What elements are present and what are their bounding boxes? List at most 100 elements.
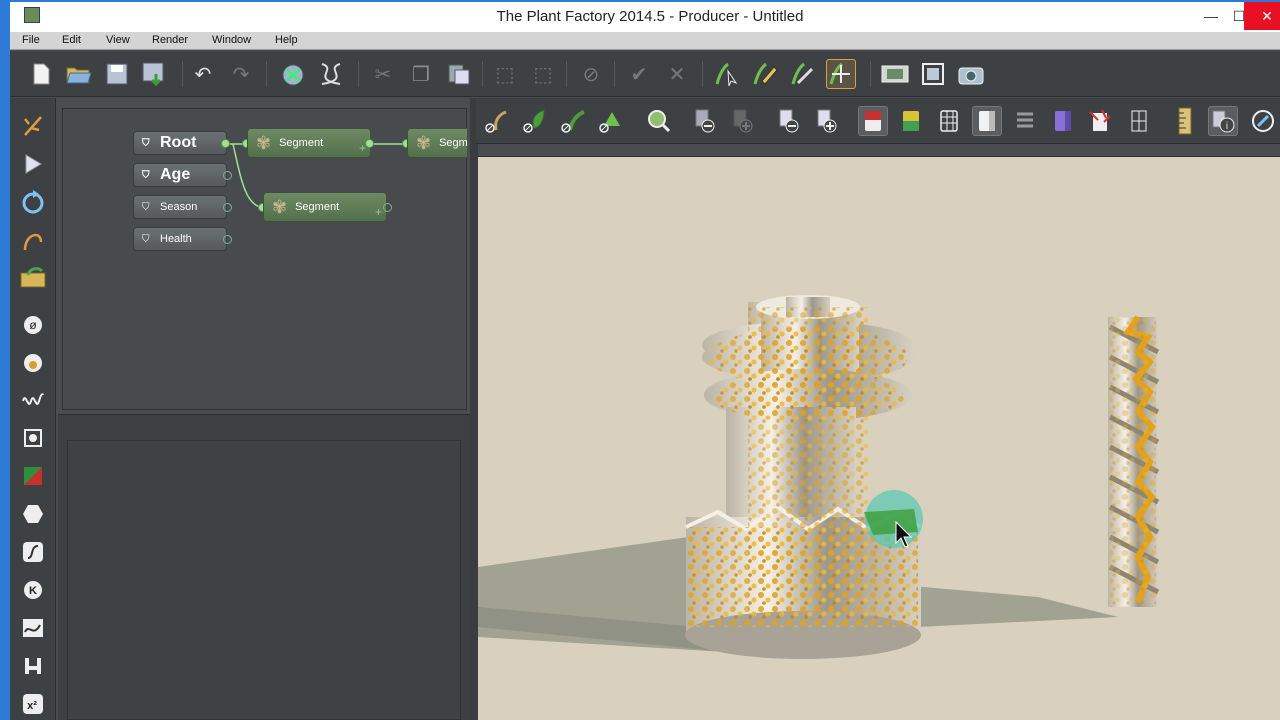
shield-icon: ⛉ — [142, 233, 150, 245]
menu-window[interactable]: Window — [212, 34, 251, 46]
branch-icon: ✾ — [272, 196, 288, 217]
output-port[interactable] — [383, 203, 392, 212]
wireframe-mode-icon[interactable] — [934, 106, 964, 136]
menu-view[interactable]: View — [106, 34, 130, 46]
render-region-icon[interactable] — [880, 59, 910, 89]
hide-foliage-icon[interactable] — [558, 106, 588, 136]
svg-text:ø: ø — [29, 318, 37, 332]
input-node-season[interactable]: ⛉ Season — [133, 195, 227, 219]
title-bar: The Plant Factory 2014.5 - Producer - Un… — [0, 0, 1280, 32]
delete-icon[interactable]: ✕ — [662, 59, 692, 89]
draw-tool-icon[interactable] — [750, 59, 780, 89]
textured-mode-icon[interactable] — [896, 106, 926, 136]
output-port[interactable] — [365, 139, 374, 148]
svg-text:i: i — [1226, 121, 1228, 132]
edit-tool-icon[interactable] — [788, 59, 818, 89]
save-down-icon[interactable] — [140, 59, 170, 89]
viewport-scene — [478, 295, 1160, 659]
validate-icon[interactable]: ✔ — [624, 59, 654, 89]
increase-lod-icon[interactable] — [728, 106, 758, 136]
menu-help[interactable]: Help — [275, 34, 298, 46]
segment-node[interactable]: ✾ Segment + — [247, 128, 371, 158]
layers-mode-icon[interactable] — [1010, 106, 1040, 136]
decrease-lod-icon[interactable] — [690, 106, 720, 136]
copy-icon[interactable]: ❐ — [406, 59, 436, 89]
zoom-tree-icon[interactable] — [644, 106, 674, 136]
graph-node-icon[interactable] — [20, 615, 46, 641]
refresh-icon[interactable] — [20, 189, 46, 215]
spline-node-icon[interactable] — [20, 539, 46, 565]
curve-tool-icon[interactable] — [20, 227, 46, 253]
undo-icon[interactable]: ↶ — [188, 59, 218, 89]
material-node-icon[interactable] — [20, 463, 46, 489]
shaded-mode-icon[interactable] — [858, 106, 888, 136]
window-title: The Plant Factory 2014.5 - Producer - Un… — [496, 8, 804, 25]
render-frame-icon[interactable] — [918, 59, 948, 89]
disable-node-icon[interactable]: ⊘ — [576, 59, 606, 89]
input-node-health[interactable]: ⛉ Health — [133, 227, 227, 251]
output-port[interactable] — [223, 203, 232, 212]
manipulate-tool-icon[interactable] — [826, 59, 856, 89]
group-icon[interactable]: ⬚ — [490, 59, 520, 89]
math-node-icon[interactable] — [20, 653, 46, 679]
constant-node-icon[interactable]: K — [20, 577, 46, 603]
hide-leaves-icon[interactable] — [520, 106, 550, 136]
3d-viewport[interactable] — [478, 156, 1280, 720]
open-folder-icon[interactable] — [64, 59, 94, 89]
select-tool-icon[interactable] — [712, 59, 742, 89]
properties-panel[interactable] — [67, 440, 461, 720]
transform-node-icon[interactable] — [20, 425, 46, 451]
input-node-age[interactable]: ⛉ Age — [133, 163, 227, 187]
menu-bar: File Edit View Render Window Help — [10, 32, 1280, 50]
wave-node-icon[interactable] — [20, 387, 46, 413]
output-port[interactable] — [223, 235, 232, 244]
segment-node[interactable]: ✾ Segm — [407, 128, 467, 158]
bulb-node-icon[interactable] — [20, 350, 46, 376]
ungroup-icon[interactable]: ⬚ — [528, 59, 558, 89]
seed-node-icon[interactable]: ø — [20, 312, 46, 338]
sphere-node-icon[interactable] — [20, 501, 46, 527]
decrease-subdivision-icon[interactable] — [774, 106, 804, 136]
play-icon[interactable] — [20, 151, 46, 177]
output-port[interactable] — [221, 139, 230, 148]
paste-icon[interactable] — [444, 59, 474, 89]
navigation-icon[interactable] — [1248, 106, 1278, 136]
ambient-occlusion-icon[interactable] — [1048, 106, 1078, 136]
input-node-label: Health — [160, 233, 192, 245]
solid-mode-icon[interactable] — [972, 106, 1002, 136]
new-file-icon[interactable] — [26, 59, 56, 89]
increase-subdivision-icon[interactable] — [812, 106, 842, 136]
shield-icon: ⛉ — [142, 201, 150, 213]
output-port[interactable] — [223, 171, 232, 180]
cut-icon[interactable]: ✂ — [368, 59, 398, 89]
redo-icon[interactable]: ↷ — [226, 59, 256, 89]
tool-palette: ø K x² — [10, 98, 56, 720]
save-icon[interactable] — [102, 59, 132, 89]
hide-branches-icon[interactable] — [482, 106, 512, 136]
branch-icon: ✾ — [416, 132, 432, 153]
menu-edit[interactable]: Edit — [62, 34, 81, 46]
branch-tool-icon[interactable] — [20, 112, 46, 138]
ruler-icon[interactable] — [1170, 106, 1200, 136]
plant-folder-icon[interactable] — [20, 264, 46, 290]
input-node-label: Root — [160, 134, 197, 151]
normals-icon[interactable] — [1086, 106, 1116, 136]
dna-icon[interactable] — [316, 59, 346, 89]
hide-fruits-icon[interactable] — [596, 106, 626, 136]
info-icon[interactable]: i — [1208, 106, 1238, 136]
power-node-icon[interactable]: x² — [20, 691, 46, 717]
segment-node[interactable]: ✾ Segment + — [263, 192, 387, 222]
graph-editor[interactable]: ⛉ Root ⛉ Age ⛉ Season ⛉ Health ✾ Segment + ✾ S… — [62, 108, 467, 410]
camera-icon[interactable] — [956, 59, 986, 89]
menu-render[interactable]: Render — [152, 34, 188, 46]
panel-splitter[interactable] — [470, 98, 478, 720]
random-seed-icon[interactable] — [278, 59, 308, 89]
ornament-object — [685, 295, 923, 659]
input-node-root[interactable]: ⛉ Root — [133, 131, 227, 155]
shield-icon: ⛉ — [142, 169, 150, 181]
add-port-icon[interactable]: + — [375, 205, 382, 219]
menu-file[interactable]: File — [22, 34, 40, 46]
skeleton-icon[interactable] — [1124, 106, 1154, 136]
close-button[interactable]: ✕ — [1244, 2, 1280, 30]
segment-node-label: Segment — [279, 137, 324, 149]
